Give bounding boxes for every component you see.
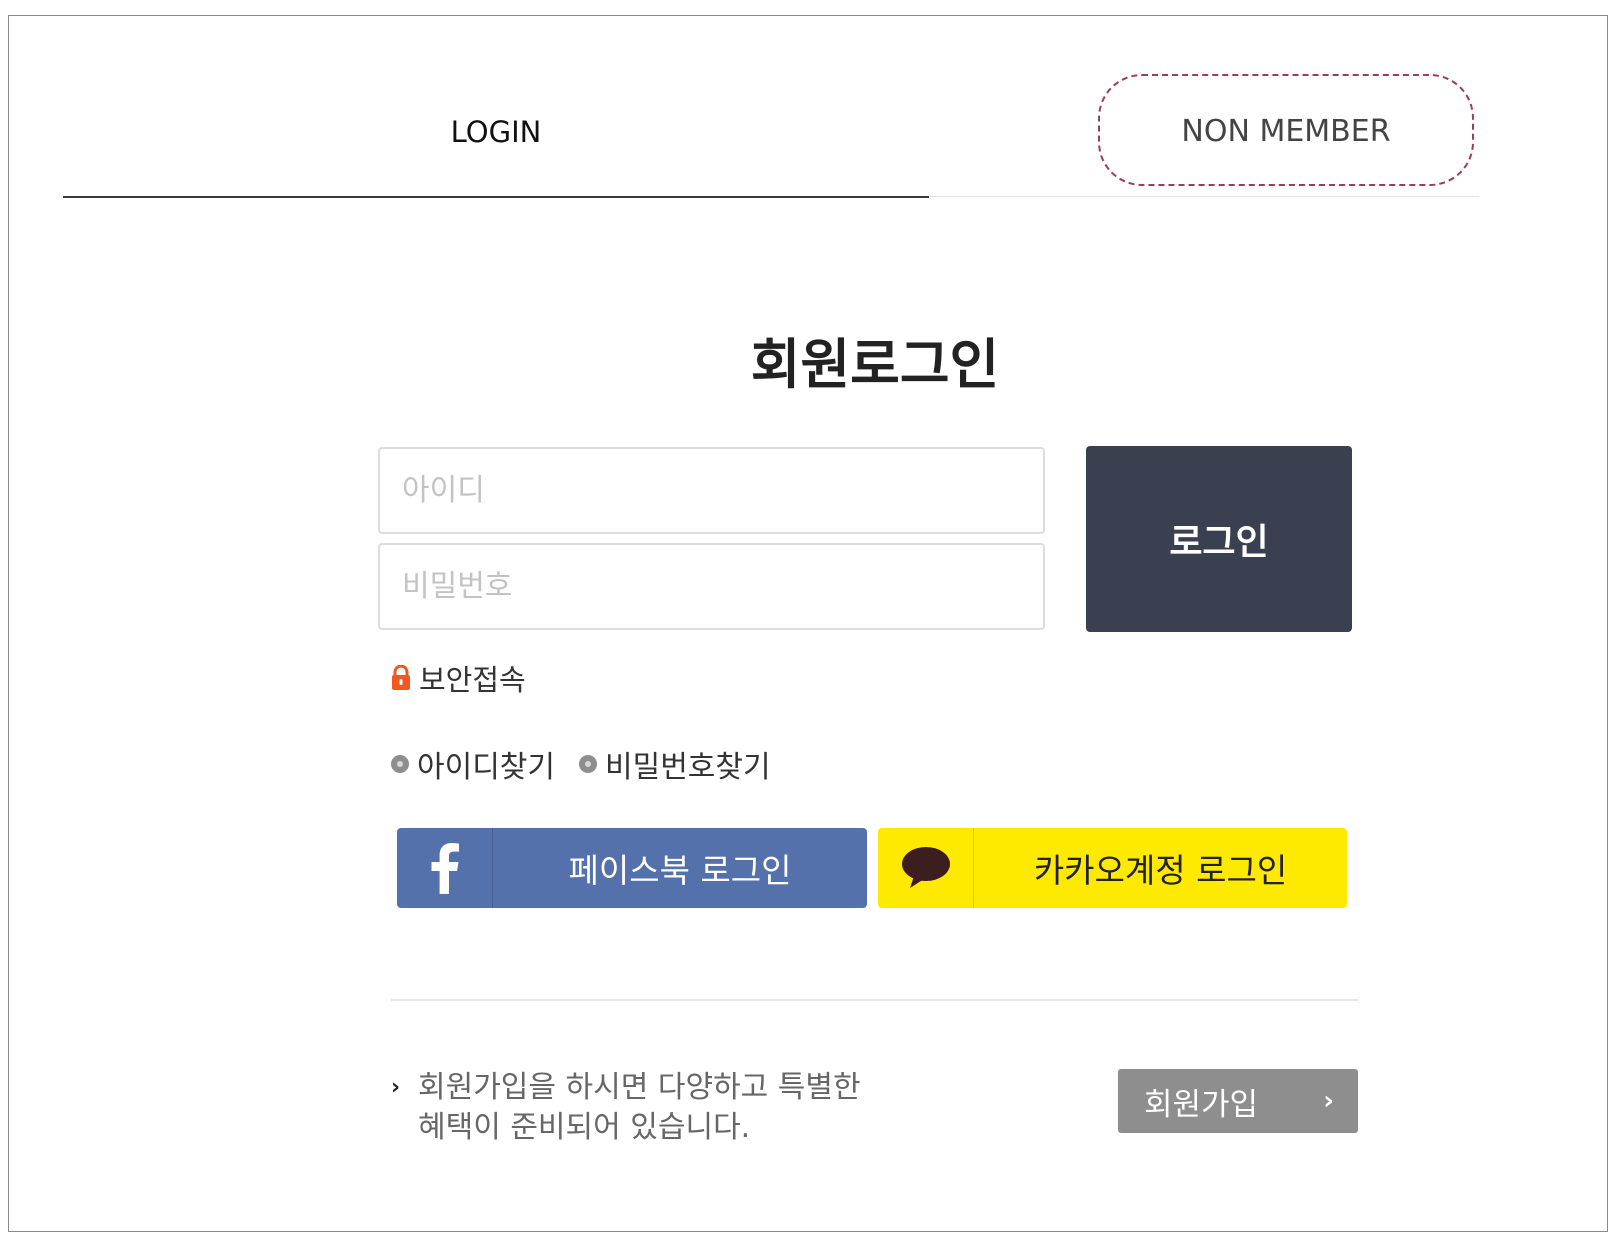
chevron-right-icon: › (391, 1075, 401, 1100)
kakao-login-button[interactable]: 카카오계정 로그인 (878, 828, 1347, 908)
find-id-link[interactable]: 아이디찾기 (391, 742, 555, 786)
join-button-label: 회원가입 (1144, 1086, 1259, 1123)
find-links: 아이디찾기 비밀번호찾기 (391, 742, 795, 786)
lock-icon (392, 665, 410, 690)
join-note-line2: 혜택이 준비되어 있습니다. (418, 1110, 751, 1145)
page-title: 회원로그인 (750, 333, 1000, 396)
chevron-right-icon: › (1323, 1086, 1334, 1116)
speech-bubble-icon (878, 828, 974, 908)
find-password-link[interactable]: 비밀번호찾기 (579, 742, 771, 786)
bullet-icon (579, 755, 597, 773)
tab-divider (929, 196, 1479, 197)
secure-connection[interactable]: 보안접속 (391, 656, 526, 700)
find-password-label: 비밀번호찾기 (605, 750, 771, 785)
kakao-login-label: 카카오계정 로그인 (1033, 851, 1288, 890)
tab-login-label: LOGIN (450, 115, 542, 149)
bullet-icon (391, 755, 409, 773)
divider (391, 999, 1358, 1001)
tab-non-member[interactable]: NON MEMBER (1098, 74, 1474, 186)
join-button[interactable]: 회원가입 › (1118, 1069, 1358, 1133)
find-id-label: 아이디찾기 (417, 750, 555, 785)
facebook-login-label: 페이스북 로그인 (568, 851, 792, 890)
password-input[interactable] (378, 543, 1045, 630)
id-input[interactable] (378, 447, 1045, 534)
facebook-f-icon (397, 828, 493, 908)
tab-login[interactable]: LOGIN (63, 108, 929, 198)
secure-label: 보안접속 (419, 663, 526, 697)
join-note-line1: 회원가입을 하시면 다양하고 특별한 (418, 1070, 861, 1105)
tab-non-member-label: NON MEMBER (1181, 114, 1391, 149)
login-button[interactable]: 로그인 (1086, 446, 1352, 632)
join-note: › 회원가입을 하시면 다양하고 특별한 혜택이 준비되어 있습니다. (391, 1068, 861, 1148)
facebook-login-button[interactable]: 페이스북 로그인 (397, 828, 867, 908)
